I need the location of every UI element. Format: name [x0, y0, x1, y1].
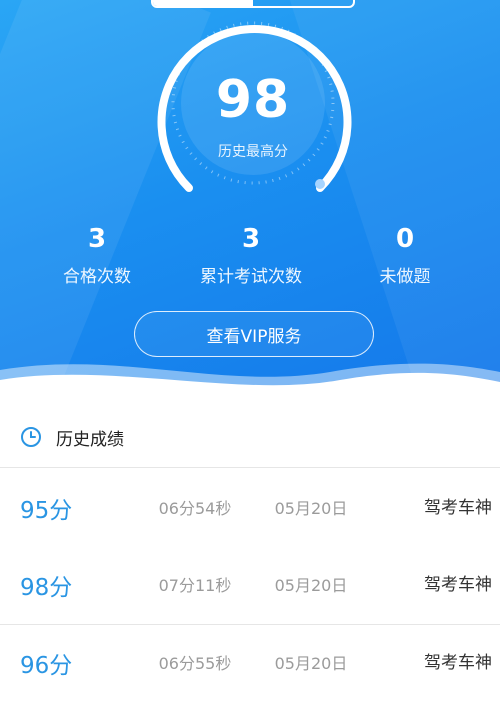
clock-icon [21, 427, 41, 447]
divider [0, 624, 500, 625]
row-date: 05月20日 [274, 654, 348, 673]
stat-total-exams: 3 累计考试次数 [171, 222, 331, 287]
row-duration: 06分54秒 [158, 499, 232, 518]
row-date: 05月20日 [274, 499, 348, 518]
row-score: 95分 [20, 498, 73, 524]
wave-divider [0, 363, 500, 395]
row-duration: 06分55秒 [158, 654, 232, 673]
segment-option-inactive[interactable] [253, 0, 353, 6]
best-score-label: 历史最高分 [218, 144, 288, 160]
stat-label: 未做题 [379, 267, 431, 287]
row-score: 96分 [20, 653, 73, 679]
best-score-value: 98 [215, 70, 291, 130]
row-source: 驾考车神 [424, 498, 492, 518]
divider [0, 467, 500, 468]
row-score: 98分 [20, 575, 73, 601]
stat-unanswered: 0 未做题 [325, 222, 485, 287]
stat-value: 3 [87, 224, 107, 254]
stat-value: 0 [395, 224, 415, 254]
history-title: 历史成绩 [56, 429, 124, 450]
row-duration: 07分11秒 [158, 576, 232, 595]
row-source: 驾考车神 [424, 653, 492, 673]
segment-option-active[interactable] [153, 0, 253, 6]
row-date: 05月20日 [274, 576, 348, 595]
stat-passed: 3 合格次数 [17, 222, 177, 287]
segment-toggle[interactable] [151, 0, 355, 8]
stat-label: 合格次数 [63, 267, 131, 287]
history-row[interactable]: 96分 06分55秒 05月20日 驾考车神 [0, 628, 500, 698]
history-header: 历史成绩 [0, 418, 500, 456]
score-summary-panel: 98 历史最高分 3 合格次数 3 累计考试次数 0 未做题 查看VIP服务 [0, 0, 500, 395]
history-row[interactable]: 98分 07分11秒 05月20日 驾考车神 [0, 550, 500, 620]
row-source: 驾考车神 [424, 575, 492, 595]
stat-value: 3 [241, 224, 261, 254]
history-row[interactable]: 95分 06分54秒 05月20日 驾考车神 [0, 473, 500, 543]
stat-label: 累计考试次数 [200, 267, 302, 287]
